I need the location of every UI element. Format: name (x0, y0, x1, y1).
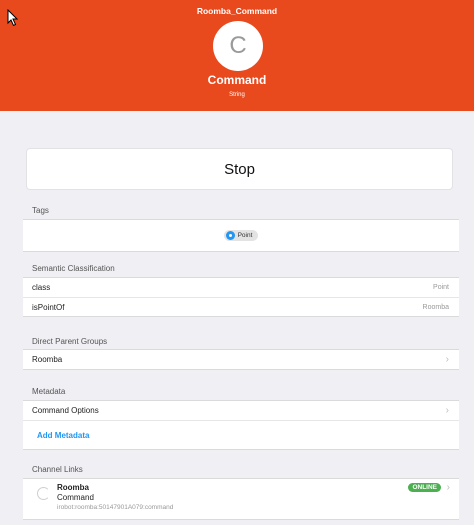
channel-link-title: Roomba (57, 483, 89, 492)
channel-link-subtitle: Command (57, 493, 94, 502)
semantic-value: Point (433, 284, 449, 291)
semantic-key: isPointOf (32, 302, 65, 312)
tag-label: Point (237, 232, 253, 239)
loading-spinner-icon (37, 487, 50, 500)
parent-group-label: Roomba (32, 355, 63, 364)
channel-links-list: Roomba Command irobot:roomba:50147901A07… (23, 478, 459, 520)
semantic-row-ispointof: isPointOf Roomba (23, 297, 459, 316)
channel-link-item[interactable]: Roomba Command irobot:roomba:50147901A07… (23, 479, 459, 519)
point-dot-icon (225, 231, 235, 240)
tags-section-label: Tags (32, 206, 49, 215)
chevron-right-icon: › (445, 354, 449, 365)
chevron-right-icon: › (446, 482, 450, 493)
item-label: Command (207, 73, 267, 87)
semantic-value: Roomba (422, 303, 449, 311)
semantic-section-label: Semantic Classification (32, 264, 115, 273)
tags-list: Point (23, 219, 459, 252)
metadata-item[interactable]: Command Options › (23, 401, 459, 420)
status-badge: ONLINE (408, 483, 441, 492)
semantic-list: class Point isPointOf Roomba (23, 277, 459, 317)
parent-group-item[interactable]: Roomba › (23, 350, 459, 369)
tags-area: Point (23, 220, 459, 251)
mouse-cursor-icon (7, 9, 19, 27)
metadata-label: Command Options (32, 406, 99, 415)
metadata-section-label: Metadata (32, 387, 66, 396)
channel-link-uid: irobot:roomba:50147901A079:command (57, 504, 174, 511)
add-metadata-link[interactable]: Add Metadata (23, 420, 459, 449)
tag-chip[interactable]: Point (223, 230, 259, 241)
parent-groups-list: Roomba › (23, 349, 459, 370)
metadata-list: Command Options › Add Metadata (23, 400, 459, 450)
semantic-row-class: class Point (23, 278, 459, 297)
parent-groups-section-label: Direct Parent Groups (32, 337, 108, 346)
stop-command-button[interactable]: Stop (27, 149, 452, 189)
item-type: String (229, 92, 245, 98)
item-avatar: C (213, 21, 263, 71)
chevron-right-icon: › (445, 405, 449, 416)
item-id-title: Roomba_Command (196, 6, 278, 16)
channel-links-section-label: Channel Links (32, 465, 83, 474)
semantic-key: class (32, 283, 51, 292)
item-header: Roomba_Command C Command String (0, 0, 474, 111)
